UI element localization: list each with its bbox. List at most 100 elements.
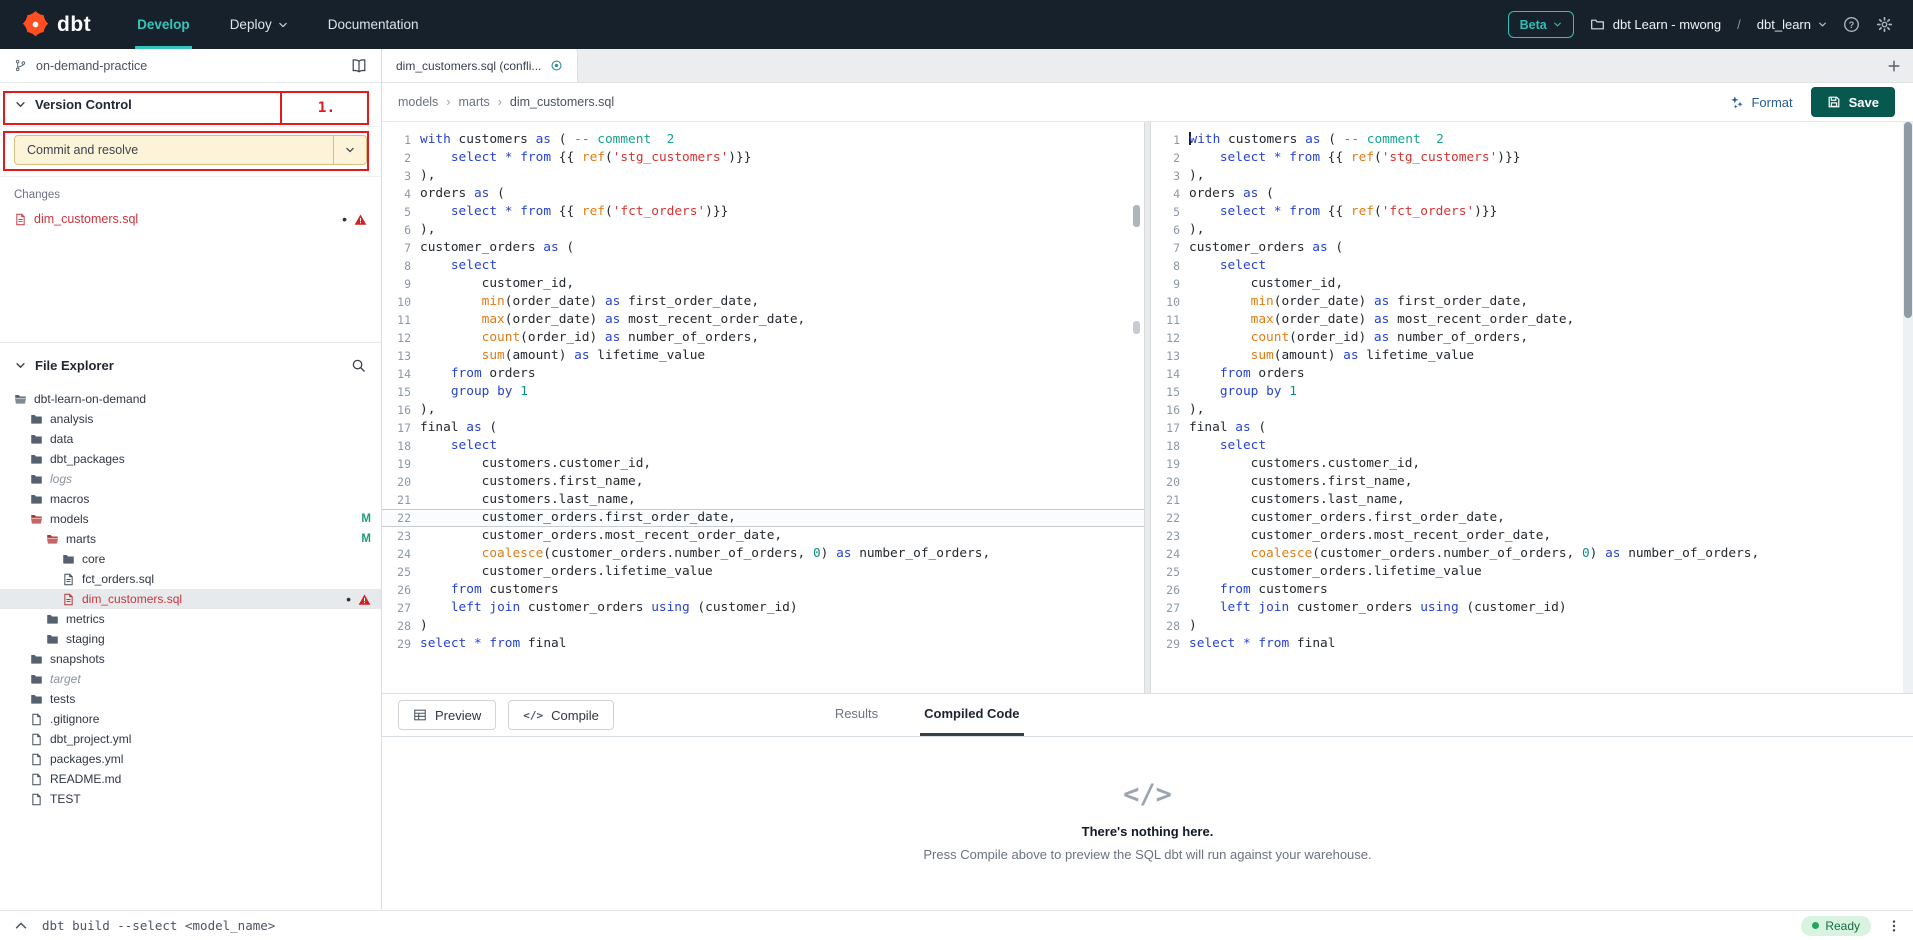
commit-and-resolve-button[interactable]: Commit and resolve [14,135,367,165]
breadcrumb-item[interactable]: marts [458,95,489,109]
code-line[interactable]: 19 customers.customer_id, [382,455,1144,473]
code-line[interactable]: 1with customers as ( -- comment 2 [1151,131,1913,149]
tab-compiled-code[interactable]: Compiled Code [920,694,1023,736]
gear-icon[interactable] [1876,16,1893,33]
tree-item-test[interactable]: TEST [0,789,381,809]
code-line[interactable]: 26 from customers [382,581,1144,599]
tree-item-readme-md[interactable]: README.md [0,769,381,789]
search-icon[interactable] [351,358,366,373]
commit-options-toggle[interactable] [333,136,366,164]
code-line[interactable]: 23 customer_orders.most_recent_order_dat… [1151,527,1913,545]
tree-item-dbt-learn-on-demand[interactable]: dbt-learn-on-demand [0,389,381,409]
code-line[interactable]: 12 count(order_id) as number_of_orders, [1151,329,1913,347]
tree-item-packages-yml[interactable]: packages.yml [0,749,381,769]
compile-button[interactable]: </> Compile [508,700,614,730]
code-line[interactable]: 8 select [382,257,1144,275]
file-explorer-header[interactable]: File Explorer [0,343,381,387]
breadcrumb-item[interactable]: dim_customers.sql [510,95,614,109]
tree-item-fct-orders-sql[interactable]: fct_orders.sql [0,569,381,589]
code-line[interactable]: 5 select * from {{ ref('fct_orders')}} [1151,203,1913,221]
code-line[interactable]: 3), [382,167,1144,185]
window-scrollbar[interactable] [1903,122,1913,693]
code-line[interactable]: 20 customers.first_name, [1151,473,1913,491]
code-line[interactable]: 21 customers.last_name, [382,491,1144,509]
breadcrumb-item[interactable]: models [398,95,438,109]
tree-item-marts[interactable]: martsM [0,529,381,549]
code-line[interactable]: 24 coalesce(customer_orders.number_of_or… [1151,545,1913,563]
tree-item-dim-customers-sql[interactable]: dim_customers.sql• [0,589,381,609]
save-button[interactable]: Save [1811,87,1895,117]
changed-file-dim-customers-sql[interactable]: dim_customers.sql• [14,208,367,230]
tree-item-analysis[interactable]: analysis [0,409,381,429]
code-line[interactable]: 7customer_orders as ( [382,239,1144,257]
code-line[interactable]: 10 min(order_date) as first_order_date, [1151,293,1913,311]
code-line[interactable]: 27 left join customer_orders using (cust… [382,599,1144,617]
code-line[interactable]: 3), [1151,167,1913,185]
editor-pane-left[interactable]: 1with customers as ( -- comment 22 selec… [382,122,1144,693]
tree-item-dbt-project-yml[interactable]: dbt_project.yml [0,729,381,749]
code-line[interactable]: 8 select [1151,257,1913,275]
code-line[interactable]: 23 customer_orders.most_recent_order_dat… [382,527,1144,545]
editor-pane-right[interactable]: 1with customers as ( -- comment 22 selec… [1151,122,1913,693]
code-line[interactable]: 7customer_orders as ( [1151,239,1913,257]
code-line[interactable]: 4orders as ( [382,185,1144,203]
code-line[interactable]: 5 select * from {{ ref('fct_orders')}} [382,203,1144,221]
code-line[interactable]: 18 select [1151,437,1913,455]
pane-divider[interactable] [1144,122,1151,693]
code-line[interactable]: 29select * from final [1151,635,1913,653]
code-line[interactable]: 27 left join customer_orders using (cust… [1151,599,1913,617]
dbt-logo[interactable]: dbt [0,0,91,49]
tree-item-data[interactable]: data [0,429,381,449]
chevron-up-icon[interactable] [14,919,28,933]
code-line[interactable]: 16), [1151,401,1913,419]
code-line[interactable]: 15 group by 1 [382,383,1144,401]
code-line[interactable]: 12 count(order_id) as number_of_orders, [382,329,1144,347]
format-button[interactable]: Format [1730,95,1792,110]
code-line[interactable]: 15 group by 1 [1151,383,1913,401]
tree-item--gitignore[interactable]: .gitignore [0,709,381,729]
beta-button[interactable]: Beta [1508,11,1574,38]
tree-item-target[interactable]: target [0,669,381,689]
account-switcher[interactable]: dbt Learn - mwong [1590,17,1721,32]
code-line[interactable]: 13 sum(amount) as lifetime_value [382,347,1144,365]
tree-item-logs[interactable]: logs [0,469,381,489]
code-line[interactable]: 1with customers as ( -- comment 2 [382,131,1144,149]
tree-item-dbt-packages[interactable]: dbt_packages [0,449,381,469]
code-line[interactable]: 29select * from final [382,635,1144,653]
tree-item-core[interactable]: core [0,549,381,569]
project-switcher[interactable]: dbt_learn [1757,17,1827,32]
code-line[interactable]: 28) [1151,617,1913,635]
code-line[interactable]: 20 customers.first_name, [382,473,1144,491]
code-line[interactable]: 11 max(order_date) as most_recent_order_… [1151,311,1913,329]
code-line[interactable]: 9 customer_id, [1151,275,1913,293]
code-line[interactable]: 9 customer_id, [382,275,1144,293]
code-line[interactable]: 14 from orders [1151,365,1913,383]
code-line[interactable]: 13 sum(amount) as lifetime_value [1151,347,1913,365]
tree-item-tests[interactable]: tests [0,689,381,709]
tree-item-macros[interactable]: macros [0,489,381,509]
command-input[interactable]: dbt build --select <model_name> [42,918,1801,933]
code-line[interactable]: 17final as ( [1151,419,1913,437]
code-line[interactable]: 10 min(order_date) as first_order_date, [382,293,1144,311]
code-line[interactable]: 19 customers.customer_id, [1151,455,1913,473]
nav-item-develop[interactable]: Develop [135,0,192,49]
code-line[interactable]: 25 customer_orders.lifetime_value [1151,563,1913,581]
code-line[interactable]: 22 customer_orders.first_order_date, [1151,509,1913,527]
code-line[interactable]: 6), [382,221,1144,239]
editor-tab-dim-customers[interactable]: dim_customers.sql (confli... [382,49,578,82]
docs-book-icon[interactable] [351,58,367,74]
code-line[interactable]: 2 select * from {{ ref('stg_customers')}… [382,149,1144,167]
code-line[interactable]: 4orders as ( [1151,185,1913,203]
kebab-menu-icon[interactable] [1887,919,1901,933]
tree-item-metrics[interactable]: metrics [0,609,381,629]
branch-selector[interactable]: on-demand-practice [0,49,381,83]
code-line[interactable]: 16), [382,401,1144,419]
preview-button[interactable]: Preview [398,700,496,730]
code-line[interactable]: 26 from customers [1151,581,1913,599]
nav-item-documentation[interactable]: Documentation [326,0,421,49]
code-line[interactable]: 18 select [382,437,1144,455]
code-line[interactable]: 25 customer_orders.lifetime_value [382,563,1144,581]
code-line[interactable]: 28) [382,617,1144,635]
code-line[interactable]: 2 select * from {{ ref('stg_customers')}… [1151,149,1913,167]
nav-item-deploy[interactable]: Deploy [228,0,290,49]
